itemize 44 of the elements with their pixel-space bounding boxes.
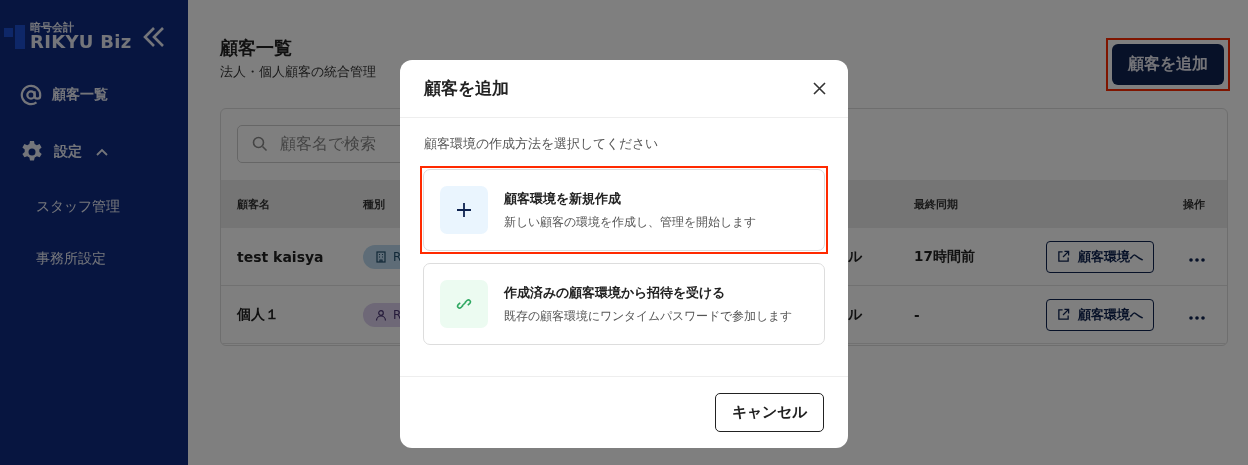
option-description: 既存の顧客環境にワンタイムパスワードで参加します (504, 307, 792, 325)
sidebar-subitem[interactable]: スタッフ管理 (36, 195, 120, 217)
column-header: 操作 (1183, 196, 1205, 212)
option-title: 顧客環境を新規作成 (504, 189, 621, 208)
table-cell: 個人１ (237, 305, 279, 324)
more-icon[interactable] (1189, 258, 1205, 262)
open-environment-button[interactable]: 顧客環境へ (1046, 240, 1154, 273)
person-icon (375, 308, 387, 321)
table-cell: - (914, 306, 920, 323)
link-icon (456, 296, 472, 312)
option-card[interactable]: 作成済みの顧客環境から招待を受ける 既存の顧客環境にワンタイムパスワードで参加します (423, 263, 825, 345)
table-cell: 17時間前 (914, 247, 975, 266)
logo-text: RIKYU Biz (30, 33, 132, 51)
dialog-message: 顧客環境の作成方法を選択してください (424, 136, 658, 153)
dialog-title: 顧客を追加 (424, 77, 509, 100)
more-icon[interactable] (1189, 316, 1205, 320)
option-title: 作成済みの顧客環境から招待を受ける (504, 283, 725, 302)
plus-icon (456, 202, 472, 218)
external-link-icon (1057, 308, 1070, 321)
sidebar-item[interactable]: 設定 (20, 138, 108, 166)
table-cell: ル (848, 247, 862, 266)
option-card[interactable]: 顧客環境を新規作成 新しい顧客の環境を作成し、管理を開始します (423, 169, 825, 251)
sidebar-subitem[interactable]: 事務所設定 (36, 247, 106, 269)
search-icon (252, 136, 268, 152)
at-icon (20, 84, 42, 106)
logo-icon (4, 24, 28, 49)
open-environment-button[interactable]: 顧客環境へ (1046, 298, 1154, 331)
page-title: 顧客一覧 (220, 36, 292, 60)
column-header: 最終同期 (914, 196, 958, 212)
caret-up-icon (96, 148, 108, 156)
external-link-icon (1057, 250, 1070, 263)
sidebar-item[interactable]: 顧客一覧 (20, 81, 108, 109)
table-cell: test kaisya (237, 248, 324, 265)
collapse-icon[interactable] (142, 24, 166, 49)
add-customer-button[interactable]: 顧客を追加 (1112, 44, 1224, 85)
cancel-button[interactable]: キャンセル (715, 393, 824, 432)
table-cell: ル (848, 305, 862, 324)
column-header: 種別 (363, 196, 385, 212)
building-icon (375, 250, 387, 263)
option-description: 新しい顧客の環境を作成し、管理を開始します (504, 213, 756, 231)
page-subtitle: 法人・個人顧客の統合管理 (220, 64, 376, 81)
column-header: 顧客名 (237, 196, 270, 212)
close-icon[interactable] (813, 82, 826, 95)
logo-subtitle: 暗号会計 (30, 22, 75, 33)
